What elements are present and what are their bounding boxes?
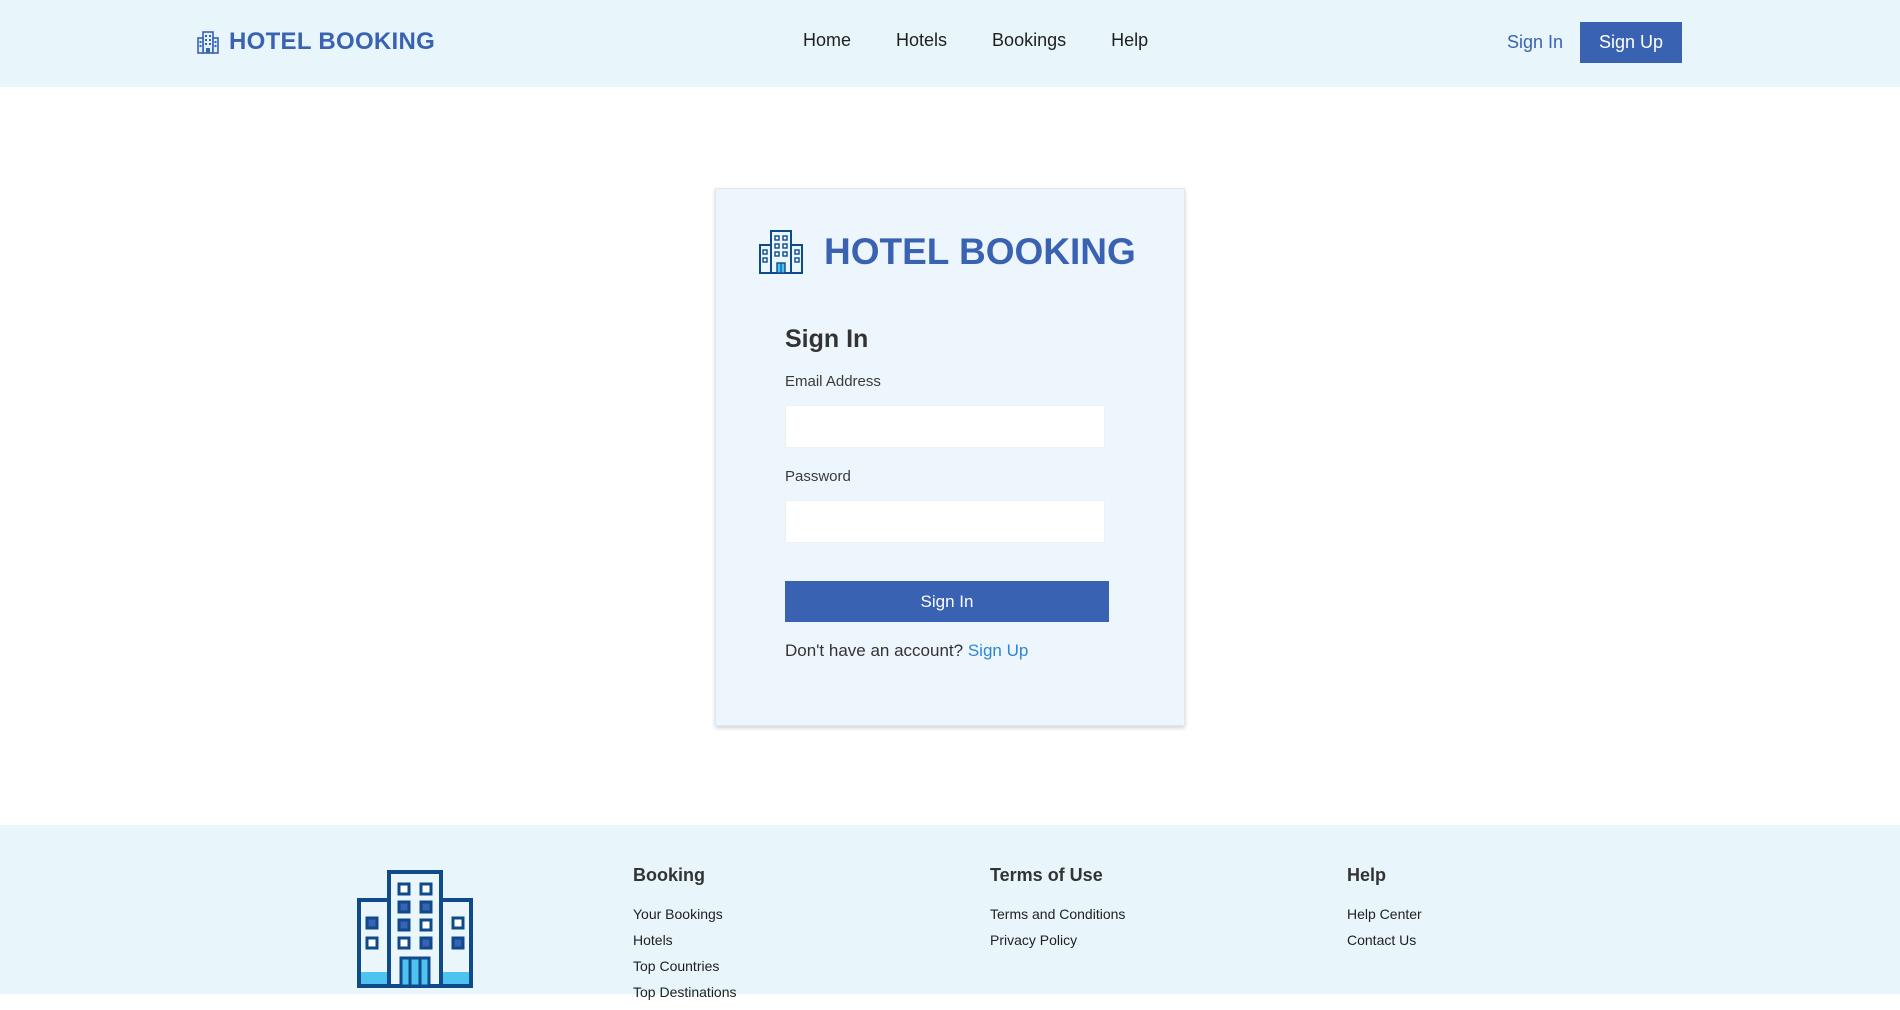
footer-link-help-center[interactable]: Help Center (1347, 906, 1422, 922)
nav-bookings[interactable]: Bookings (992, 30, 1066, 51)
nav-home[interactable]: Home (803, 30, 851, 51)
header-brand-text: HOTEL BOOKING (229, 28, 436, 55)
footer-link-contact-us[interactable]: Contact Us (1347, 932, 1422, 948)
footer-column-booking: Booking Your Bookings Hotels Top Countri… (633, 865, 737, 1010)
hotel-building-icon (759, 230, 803, 274)
sign-in-submit-button[interactable]: Sign In (785, 581, 1109, 622)
footer-link-privacy-policy[interactable]: Privacy Policy (990, 932, 1125, 948)
header-sign-in-link[interactable]: Sign In (1507, 32, 1563, 53)
no-account-prompt: Don't have an account? Sign Up (785, 641, 1028, 661)
password-label: Password (785, 468, 851, 485)
header-brand[interactable]: HOTEL BOOKING (197, 28, 435, 56)
footer-column-terms: Terms of Use Terms and Conditions Privac… (990, 865, 1125, 958)
email-field[interactable] (785, 405, 1105, 448)
no-account-text: Don't have an account? (785, 641, 964, 660)
footer-link-top-countries[interactable]: Top Countries (633, 958, 737, 974)
card-brand: HOTEL BOOKING (758, 229, 1136, 275)
card-brand-text: HOTEL BOOKING (824, 231, 1136, 272)
email-label: Email Address (785, 373, 881, 390)
top-header: HOTEL BOOKING Home Hotels Bookings Help … (0, 0, 1900, 87)
nav-hotels[interactable]: Hotels (896, 30, 947, 51)
footer-heading-booking: Booking (633, 865, 705, 885)
main-nav: Home Hotels Bookings Help (803, 30, 1148, 51)
footer-link-hotels[interactable]: Hotels (633, 932, 737, 948)
sign-up-link[interactable]: Sign Up (968, 641, 1028, 660)
password-field[interactable] (785, 500, 1105, 543)
hotel-building-icon (357, 870, 473, 988)
footer-link-terms-conditions[interactable]: Terms and Conditions (990, 906, 1125, 922)
footer-link-top-destinations[interactable]: Top Destinations (633, 984, 737, 1000)
site-footer: Booking Your Bookings Hotels Top Countri… (0, 825, 1900, 1000)
footer-column-help: Help Help Center Contact Us (1347, 865, 1422, 958)
footer-heading-help: Help (1347, 865, 1387, 885)
hotel-building-icon (197, 31, 219, 54)
footer-logo (357, 870, 473, 993)
sign-in-card: HOTEL BOOKING Sign In Email Address Pass… (715, 188, 1185, 726)
footer-heading-terms: Terms of Use (990, 865, 1103, 885)
sign-in-heading: Sign In (785, 325, 869, 353)
header-sign-up-button[interactable]: Sign Up (1580, 22, 1682, 63)
footer-link-your-bookings[interactable]: Your Bookings (633, 906, 737, 922)
nav-help[interactable]: Help (1111, 30, 1148, 51)
